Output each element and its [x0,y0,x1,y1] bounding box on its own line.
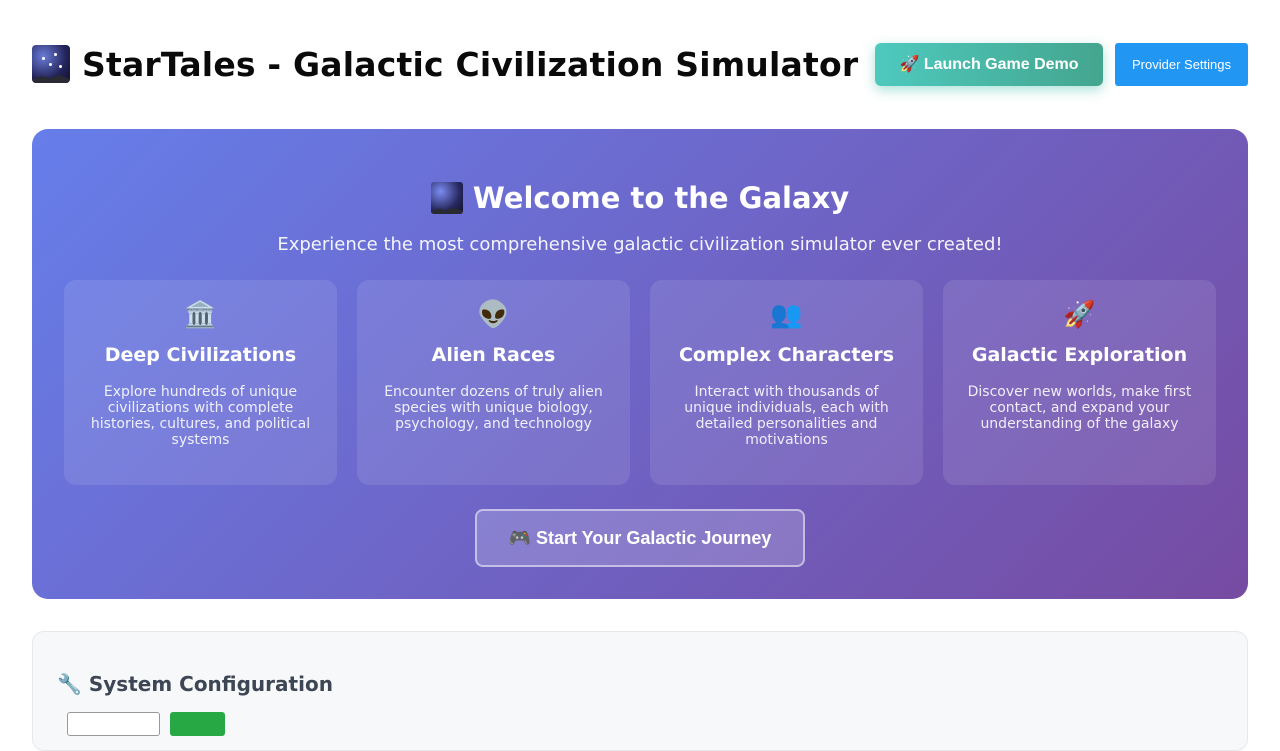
start-journey-button[interactable]: 🎮 Start Your Galactic Journey [475,509,805,567]
provider-settings-button[interactable]: Provider Settings [1115,42,1248,86]
header-actions: 🚀 Launch Game Demo Provider Settings [875,42,1248,86]
feature-card-deep-civilizations: 🏛️ Deep Civilizations Explore hundreds o… [64,280,337,485]
feature-title: Galactic Exploration [971,344,1188,366]
feature-cards: 🏛️ Deep Civilizations Explore hundreds o… [64,280,1216,485]
feature-title: Complex Characters [678,344,895,366]
feature-description: Discover new worlds, make first contact,… [967,384,1192,432]
config-row [57,712,225,736]
feature-description: Explore hundreds of unique civilizations… [90,384,311,448]
feature-description: Encounter dozens of truly alien species … [384,384,603,432]
config-title: 🔧 System Configuration [57,672,333,696]
classical-building-icon: 🏛️ [184,300,217,330]
feature-card-complex-characters: 👥 Complex Characters Interact with thous… [650,280,923,485]
hero-subtitle: Experience the most comprehensive galact… [277,234,1003,255]
rocket-icon: 🚀 [1063,300,1096,330]
title-group: StarTales - Galactic Civilization Simula… [32,45,858,84]
feature-description: Interact with thousands of unique indivi… [684,384,889,448]
app-title: StarTales - Galactic Civilization Simula… [82,44,859,84]
alien-icon: 👽 [477,300,510,330]
people-icon: 👥 [770,300,803,330]
feature-card-galactic-exploration: 🚀 Galactic Exploration Discover new worl… [943,280,1216,485]
welcome-hero: Welcome to the Galaxy Experience the mos… [32,129,1248,599]
config-select[interactable] [67,712,160,736]
milky-way-icon [430,182,463,214]
hero-title-text: Welcome to the Galaxy [472,181,850,215]
feature-card-alien-races: 👽 Alien Races Encounter dozens of truly … [357,280,630,485]
launch-game-demo-button[interactable]: 🚀 Launch Game Demo [875,42,1103,86]
milky-way-icon [32,45,70,83]
config-apply-button[interactable] [170,712,225,736]
feature-title: Alien Races [431,344,556,366]
hero-title: Welcome to the Galaxy [32,181,1248,215]
system-configuration-panel: 🔧 System Configuration [32,631,1248,751]
app-header: StarTales - Galactic Civilization Simula… [32,40,1248,88]
feature-title: Deep Civilizations [104,344,297,366]
